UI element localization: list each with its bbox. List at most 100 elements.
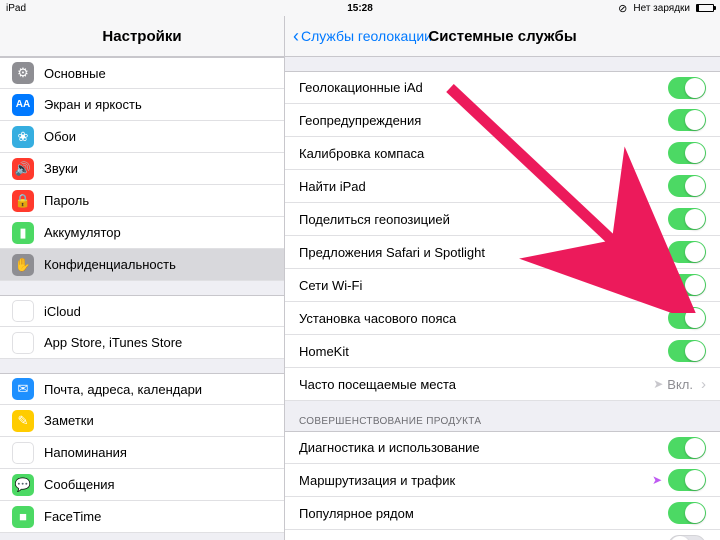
toggle-switch[interactable] bbox=[668, 535, 706, 540]
service-label: Популярное рядом bbox=[299, 506, 668, 521]
sidebar-item-label: Сообщения bbox=[44, 477, 272, 492]
toggle-switch[interactable] bbox=[668, 340, 706, 362]
frequent-value: ➤Вкл.› bbox=[653, 376, 706, 393]
service-label: Установка часового пояса bbox=[299, 311, 668, 326]
location-arrow-icon: ➤ bbox=[652, 473, 662, 487]
back-button[interactable]: ‹ Службы геолокации bbox=[293, 27, 432, 45]
service-row: Геопредупреждения bbox=[285, 104, 720, 137]
messages-icon: 💬 bbox=[12, 474, 34, 496]
sidebar-item-label: App Store, iTunes Store bbox=[44, 335, 272, 350]
toggle-switch[interactable] bbox=[668, 142, 706, 164]
sidebar-item-label: Экран и яркость bbox=[44, 97, 272, 112]
toggle-switch[interactable] bbox=[668, 77, 706, 99]
sidebar-item-messages[interactable]: 💬 Сообщения bbox=[0, 469, 284, 501]
device-label: iPad bbox=[6, 3, 26, 14]
hand-icon: ✋ bbox=[12, 254, 34, 276]
sidebar-item-passcode[interactable]: 🔒Пароль bbox=[0, 185, 284, 217]
toggle-switch[interactable] bbox=[668, 175, 706, 197]
sidebar-item-facetime[interactable]: ■ FaceTime bbox=[0, 501, 284, 533]
service-row: Предложения Safari и Spotlight bbox=[285, 236, 720, 269]
status-bar: iPad 15:28 ⊘ Нет зарядки bbox=[0, 0, 720, 16]
service-label: Геолокационные iAd bbox=[299, 80, 668, 95]
toggle-switch[interactable] bbox=[668, 241, 706, 263]
service-row: Найти iPad bbox=[285, 170, 720, 203]
sidebar-item-general[interactable]: ⚙︎ Основные bbox=[0, 57, 284, 89]
service-label: Маршрутизация и трафик bbox=[299, 473, 652, 488]
sidebar-item-battery[interactable]: ▮ Аккумулятор bbox=[0, 217, 284, 249]
toggle-switch[interactable] bbox=[668, 307, 706, 329]
battery-icon bbox=[696, 4, 714, 12]
display-icon: AA bbox=[12, 94, 34, 116]
sidebar-item-label: Заметки bbox=[44, 413, 272, 428]
service-label: Диагностика и использование bbox=[299, 440, 668, 455]
sidebar-item-sounds[interactable]: 🔊 Звуки bbox=[0, 153, 284, 185]
sidebar-item-label: Звуки bbox=[44, 161, 272, 176]
mail-icon: ✉︎ bbox=[12, 378, 34, 400]
service-label: Предложения Safari и Spotlight bbox=[299, 245, 668, 260]
toggle-switch[interactable] bbox=[668, 437, 706, 459]
sidebar-item-icloud[interactable]: ☁︎ iCloud bbox=[0, 295, 284, 327]
toggle-switch[interactable] bbox=[668, 208, 706, 230]
service-label: Найти iPad bbox=[299, 179, 668, 194]
content-pane: ‹ Службы геолокации Системные службы Гео… bbox=[285, 16, 720, 540]
page-title: Системные службы bbox=[428, 28, 576, 45]
toggle-switch[interactable] bbox=[668, 109, 706, 131]
toggle-switch[interactable] bbox=[668, 502, 706, 524]
settings-sidebar: Настройки ⚙︎ Основные AA Экран и яркость ❀ Об… bbox=[0, 16, 285, 540]
lock-icon: 🔒 bbox=[12, 190, 34, 212]
service-label: Поделиться геопозицией bbox=[299, 212, 668, 227]
service-row: Популярное рядом bbox=[285, 497, 720, 530]
sidebar-item-wallpaper[interactable]: ❀ Обои bbox=[0, 121, 284, 153]
reminders-icon: ☑︎ bbox=[12, 442, 34, 464]
chevron-left-icon: ‹ bbox=[293, 27, 299, 45]
battery-icon: ▮ bbox=[12, 222, 34, 244]
wallpaper-icon: ❀ bbox=[12, 126, 34, 148]
frequent-locations-row[interactable]: Часто посещаемые места➤Вкл.› bbox=[285, 368, 720, 401]
service-row: Сети Wi-Fi bbox=[285, 269, 720, 302]
clock: 15:28 bbox=[347, 3, 373, 14]
service-label: HomeKit bbox=[299, 344, 668, 359]
back-label: Службы геолокации bbox=[301, 28, 432, 44]
sidebar-item-label: Аккумулятор bbox=[44, 225, 272, 240]
service-row: Маршрутизация и трафик➤ bbox=[285, 464, 720, 497]
facetime-icon: ■ bbox=[12, 506, 34, 528]
toggle-switch[interactable] bbox=[668, 469, 706, 491]
service-label: Геопредупреждения bbox=[299, 113, 668, 128]
service-label: Сети Wi-Fi bbox=[299, 278, 668, 293]
service-row: Диагностика и использование bbox=[285, 431, 720, 464]
notes-icon: ✎ bbox=[12, 410, 34, 432]
not-charging-icon: ⊘ bbox=[618, 2, 627, 15]
sidebar-item-label: Конфиденциальность bbox=[44, 257, 272, 272]
charging-status: Нет зарядки bbox=[633, 3, 690, 14]
gear-icon: ⚙︎ bbox=[12, 62, 34, 84]
sidebar-item-label: Почта, адреса, календари bbox=[44, 382, 272, 397]
service-row: Улучшить Карты bbox=[285, 530, 720, 540]
section-header: СОВЕРШЕНСТВОВАНИЕ ПРОДУКТА bbox=[285, 401, 720, 431]
service-row: Поделиться геопозицией bbox=[285, 203, 720, 236]
service-row: Установка часового пояса bbox=[285, 302, 720, 335]
cloud-icon: ☁︎ bbox=[12, 300, 34, 322]
sidebar-item-label: iCloud bbox=[44, 304, 272, 319]
service-row: Калибровка компаса bbox=[285, 137, 720, 170]
chevron-right-icon: › bbox=[701, 376, 706, 393]
sidebar-item-label: Обои bbox=[44, 129, 272, 144]
sidebar-item-label: Основные bbox=[44, 66, 272, 81]
service-label: Калибровка компаса bbox=[299, 146, 668, 161]
sidebar-item-reminders[interactable]: ☑︎ Напоминания bbox=[0, 437, 284, 469]
sidebar-title: Настройки bbox=[102, 28, 181, 45]
sidebar-item-label: Напоминания bbox=[44, 445, 272, 460]
service-row: HomeKit bbox=[285, 335, 720, 368]
sound-icon: 🔊 bbox=[12, 158, 34, 180]
sidebar-item-label: FaceTime bbox=[44, 509, 272, 524]
sidebar-header: Настройки bbox=[0, 16, 284, 57]
sidebar-item-privacy[interactable]: ✋ Конфиденциальность bbox=[0, 249, 284, 281]
appstore-icon: Ⓐ bbox=[12, 332, 34, 354]
service-row: Геолокационные iAd bbox=[285, 71, 720, 104]
sidebar-item-mail[interactable]: ✉︎ Почта, адреса, календари bbox=[0, 373, 284, 405]
toggle-switch[interactable] bbox=[668, 274, 706, 296]
sidebar-item-appstore[interactable]: Ⓐ App Store, iTunes Store bbox=[0, 327, 284, 359]
sidebar-item-notes[interactable]: ✎ Заметки bbox=[0, 405, 284, 437]
service-label: Часто посещаемые места bbox=[299, 377, 653, 392]
content-header: ‹ Службы геолокации Системные службы bbox=[285, 16, 720, 57]
sidebar-item-display[interactable]: AA Экран и яркость bbox=[0, 89, 284, 121]
